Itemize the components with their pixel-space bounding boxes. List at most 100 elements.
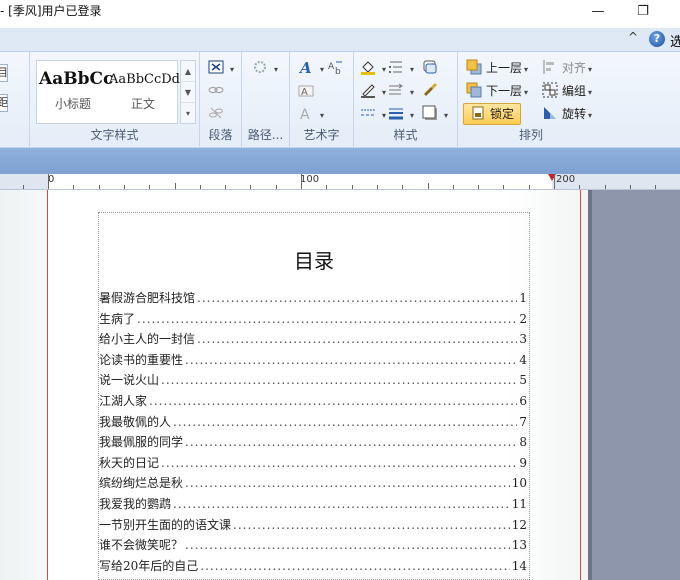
ruler-label-100: 100 <box>300 174 320 185</box>
partial-button-2[interactable]: 距 <box>0 94 8 112</box>
ribbon-group-text-styles: AaBbCc 小标题 AaBbCcDd 正文 ▲ ▼ ▾ 文字样式 <box>30 52 200 148</box>
line-color-button[interactable]: ▾ <box>360 81 386 101</box>
dropdown-arrow: ▾ <box>382 65 387 74</box>
ruler-tick <box>452 185 454 189</box>
toc-leader-dots <box>233 518 510 532</box>
toc-entry[interactable]: 暑假游合肥科技馆 1 <box>99 289 529 310</box>
minimize-button[interactable]: — <box>583 2 613 22</box>
ruler-tick <box>250 185 252 189</box>
style-body[interactable]: AaBbCcDd 正文 <box>109 63 180 121</box>
shadow-button[interactable]: ▾ <box>422 104 448 124</box>
toc-entry[interactable]: 生病了 2 <box>99 310 529 331</box>
path-button[interactable]: ▾ <box>252 58 278 78</box>
help-icon[interactable]: ? <box>649 31 665 47</box>
link-button[interactable] <box>208 81 228 101</box>
list-style-button[interactable]: ▾ <box>388 58 414 78</box>
fill-color-button[interactable]: ▾ <box>360 58 386 78</box>
toc-entry[interactable]: 缤纷绚烂总是秋 10 <box>99 474 529 495</box>
gear-icon <box>254 61 266 73</box>
dash-style-button[interactable]: ▾ <box>360 104 386 124</box>
ruler-tick <box>629 185 631 189</box>
shadow-box-icon <box>422 105 437 120</box>
title-bar: - [季风]用户已登录 — ❐ <box>0 0 680 28</box>
link-icon <box>208 87 224 93</box>
toc-leader-dots <box>185 435 517 449</box>
dropdown-arrow: ▾ <box>230 65 235 74</box>
toc-leader-dots <box>161 456 517 470</box>
toc-entry[interactable]: 论读书的重要性 4 <box>99 351 529 372</box>
partial-button-1[interactable]: 目 <box>0 64 8 82</box>
wordart-outline-button[interactable]: A <box>298 81 318 101</box>
line-weight-button[interactable]: ▾ <box>388 104 414 124</box>
text-style-gallery: AaBbCc 小标题 AaBbCcDd 正文 <box>36 60 180 124</box>
options-label[interactable]: 选 <box>670 31 680 50</box>
dropdown-arrow: ▾ <box>588 65 593 74</box>
ruler-label-200: 200 <box>556 174 576 185</box>
toc-entry[interactable]: 一节别开生面的的语文课 12 <box>99 516 529 537</box>
dropdown-arrow: ▾ <box>382 88 387 97</box>
dropdown-arrow: ▾ <box>382 111 387 120</box>
group-button[interactable]: 编组 ▾ <box>542 81 592 101</box>
ruler-tick <box>402 185 404 189</box>
dropdown-arrow: ▾ <box>588 88 593 97</box>
send-backward-label: 下一层 <box>486 84 523 98</box>
toc-entry[interactable]: 江湖人家 6 <box>99 392 529 413</box>
toc-entry-title: 写给20年后的自己 <box>99 558 199 573</box>
toc-entry[interactable]: 写给20年后的自己 14 <box>99 557 529 578</box>
style-label: 样式 <box>393 128 418 142</box>
shape-style-button[interactable] <box>422 58 442 78</box>
toc-entry[interactable]: 谁不会微笑呢？ 13 <box>99 536 529 557</box>
bring-forward-label: 上一层 <box>486 61 523 75</box>
align-label: 对齐 <box>562 61 587 75</box>
toc-entry[interactable]: 我爱我的鹦鹉 11 <box>99 495 529 516</box>
toc-entry[interactable]: 我最敬佩的人 7 <box>99 413 529 434</box>
rotate-button[interactable]: 旋转 ▾ <box>542 104 592 124</box>
gallery-down-icon[interactable]: ▼ <box>181 82 195 103</box>
bring-forward-button[interactable]: 上一层 ▾ <box>466 58 528 78</box>
toc-entry[interactable]: 说一说火山 5 <box>99 371 529 392</box>
line-weight-icon <box>389 108 403 120</box>
toc-text-box[interactable]: 目录 暑假游合肥科技馆 1 生病了 2 给小主人的一封信 3 论读书的重要性 4 说一说火山 5 江… <box>98 212 530 580</box>
left-margin-line <box>47 190 48 580</box>
align-button[interactable]: 对齐 ▾ <box>542 58 592 78</box>
text-box-button[interactable]: ▾ <box>208 58 234 78</box>
text-effect-button[interactable]: Ab <box>328 58 348 78</box>
gallery-up-icon[interactable]: ▲ <box>181 61 195 82</box>
gallery-more-icon[interactable]: ▾ <box>181 103 195 124</box>
toc-entry[interactable]: 秋天的日记 9 <box>99 454 529 475</box>
text-fill-button[interactable]: A ▾ <box>298 58 324 78</box>
toc-entry-page: 6 <box>519 393 527 408</box>
wordart-fill-icon: A <box>298 59 312 75</box>
wordart-shadow-button[interactable]: A ▾ <box>298 104 324 124</box>
list-icon <box>389 61 402 73</box>
dropdown-arrow: ▾ <box>524 65 529 74</box>
dropdown-arrow: ▾ <box>274 65 279 74</box>
toc-entry[interactable]: 给小主人的一封信 3 <box>99 330 529 351</box>
path-label: 路径... <box>247 128 284 142</box>
arrange-label: 排列 <box>518 128 543 142</box>
toc-entry-page: 14 <box>511 558 527 573</box>
unlink-button[interactable] <box>208 104 228 124</box>
restore-button[interactable]: ❐ <box>628 2 658 22</box>
collapse-ribbon-icon[interactable]: ^ <box>628 30 638 44</box>
lock-icon <box>472 106 484 120</box>
rotate-label: 旋转 <box>562 107 587 121</box>
dropdown-arrow: ▾ <box>524 88 529 97</box>
toc-entry[interactable]: 我最佩服的同学 8 <box>99 433 529 454</box>
horizontal-ruler[interactable]: 0 100 200 <box>0 174 680 190</box>
send-backward-icon <box>466 82 482 98</box>
style-subtitle[interactable]: AaBbCc 小标题 <box>39 63 113 121</box>
arrow-style-button[interactable]: ▾ <box>388 81 414 101</box>
style-body-preview: AaBbCcDd <box>109 72 180 87</box>
gallery-scroll[interactable]: ▲ ▼ ▾ <box>180 60 196 124</box>
toc-title: 目录 <box>294 249 334 273</box>
lock-button[interactable]: 锁定 <box>463 103 522 125</box>
window-title: - [季风]用户已登录 <box>0 4 102 18</box>
toc-entry-page: 4 <box>519 352 527 367</box>
send-backward-button[interactable]: 下一层 ▾ <box>466 81 528 101</box>
format-painter-button[interactable] <box>422 81 442 101</box>
dropdown-arrow: ▾ <box>410 111 415 120</box>
style-subtitle-name: 小标题 <box>54 97 91 111</box>
dropdown-arrow: ▾ <box>320 65 325 74</box>
toc-entry-title: 我最敬佩的人 <box>99 414 172 429</box>
